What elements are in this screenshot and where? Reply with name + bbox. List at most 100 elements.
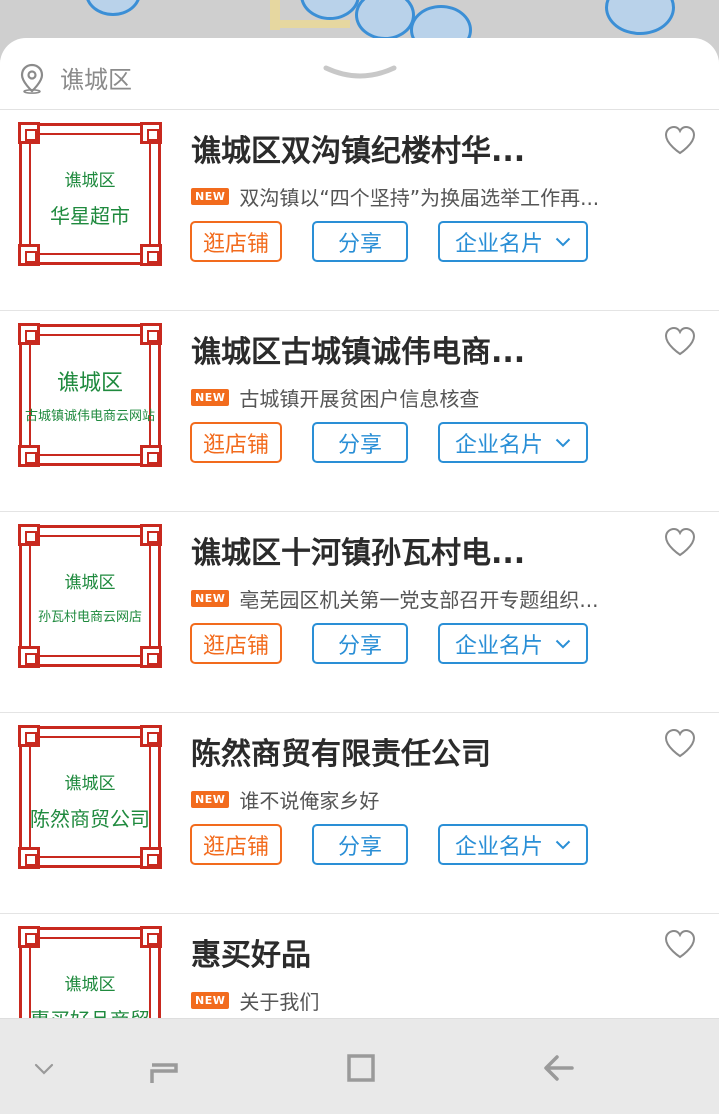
map-marker[interactable]: [355, 0, 415, 40]
logo-corner-ornament: [18, 725, 40, 747]
logo-frame: [29, 535, 151, 657]
logo-corner-ornament: [140, 646, 162, 668]
logo-corner-ornament: [18, 926, 40, 948]
news-line[interactable]: NEW 古城镇开展贫困户信息核查: [191, 383, 479, 412]
news-line[interactable]: NEW 谁不说俺家乡好: [191, 785, 379, 814]
list-item[interactable]: 谯城区 陈然商贸公司 陈然商贸有限责任公司 NEW 谁不说俺家乡好 逛店铺 分享…: [0, 713, 719, 914]
new-badge: NEW: [191, 188, 230, 205]
list-item[interactable]: 谯城区 孙瓦村电商云网店 谯城区十河镇孙瓦村电... NEW 亳芜园区机关第一党…: [0, 512, 719, 713]
chevron-down-icon: [555, 840, 571, 849]
store-title[interactable]: 陈然商贸有限责任公司: [191, 729, 491, 773]
logo-corner-ornament: [140, 725, 162, 747]
visit-shop-label: 逛店铺: [202, 432, 269, 458]
visit-shop-button[interactable]: 逛店铺: [190, 221, 282, 262]
chevron-down-icon[interactable]: [34, 1063, 54, 1075]
logo-corner-ornament: [18, 122, 40, 144]
logo-corner-ornament: [18, 244, 40, 266]
logo-line-2: 陈然商贸公司: [30, 807, 150, 831]
logo-corner-ornament: [140, 445, 162, 467]
new-badge: NEW: [191, 590, 230, 607]
store-title[interactable]: 谯城区古城镇诚伟电商...: [191, 327, 525, 371]
logo-line-1: 谯城区: [64, 774, 116, 794]
heart-icon[interactable]: [663, 928, 697, 960]
news-line[interactable]: NEW 亳芜园区机关第一党支部召开专题组织...: [191, 584, 598, 613]
map-marker[interactable]: [300, 0, 360, 20]
new-badge: NEW: [191, 389, 230, 406]
news-text: 亳芜园区机关第一党支部召开专题组织...: [239, 588, 599, 612]
logo-corner-ornament: [140, 524, 162, 546]
store-title[interactable]: 惠买好品: [191, 930, 311, 974]
logo-line-1: 谯城区: [64, 975, 116, 995]
system-nav-bar: [0, 1018, 719, 1114]
logo-corner-ornament: [18, 847, 40, 869]
business-card-label: 企业名片: [454, 231, 543, 257]
store-logo[interactable]: 谯城区 华星超市: [18, 122, 162, 266]
store-logo[interactable]: 谯城区 古城镇诚伟电商云网站: [18, 323, 162, 467]
map-marker[interactable]: [605, 0, 675, 35]
store-list: 谯城区 华星超市 谯城区双沟镇纪楼村华... NEW 双沟镇以“四个坚持”为换届…: [0, 110, 719, 1018]
business-card-button[interactable]: 企业名片: [438, 824, 588, 865]
news-line[interactable]: NEW 双沟镇以“四个坚持”为换届选举工作再...: [191, 182, 599, 211]
heart-icon[interactable]: [663, 727, 697, 759]
logo-corner-ornament: [18, 524, 40, 546]
store-logo[interactable]: 谯城区 孙瓦村电商云网店: [18, 524, 162, 668]
logo-corner-ornament: [140, 244, 162, 266]
logo-frame: [29, 736, 151, 858]
store-title[interactable]: 谯城区十河镇孙瓦村电...: [191, 528, 525, 572]
logo-frame: [29, 133, 151, 255]
list-item[interactable]: 谯城区 华星超市 谯城区双沟镇纪楼村华... NEW 双沟镇以“四个坚持”为换届…: [0, 110, 719, 311]
share-button[interactable]: 分享: [312, 221, 408, 262]
news-line[interactable]: NEW 关于我们: [191, 986, 319, 1015]
logo-line-2: 孙瓦村电商云网店: [37, 610, 142, 625]
share-label: 分享: [337, 834, 382, 860]
news-text: 谁不说俺家乡好: [239, 789, 380, 813]
recent-apps-icon[interactable]: [148, 1053, 180, 1085]
business-card-label: 企业名片: [454, 432, 543, 458]
visit-shop-label: 逛店铺: [202, 231, 269, 257]
back-arrow-icon[interactable]: [542, 1053, 576, 1083]
share-label: 分享: [337, 231, 382, 257]
store-logo[interactable]: 谯城区 陈然商贸公司: [18, 725, 162, 869]
visit-shop-button[interactable]: 逛店铺: [190, 422, 282, 463]
heart-icon[interactable]: [663, 124, 697, 156]
share-button[interactable]: 分享: [312, 824, 408, 865]
visit-shop-button[interactable]: 逛店铺: [190, 824, 282, 865]
logo-corner-ornament: [140, 122, 162, 144]
business-card-button[interactable]: 企业名片: [438, 422, 588, 463]
heart-icon[interactable]: [663, 325, 697, 357]
visit-shop-label: 逛店铺: [202, 834, 269, 860]
list-item[interactable]: 谯城区 惠买好品商贸 惠买好品 NEW 关于我们 逛店铺 分享 企业名片: [0, 914, 719, 1018]
logo-line-1: 谯城区: [64, 573, 116, 593]
logo-corner-ornament: [18, 445, 40, 467]
store-logo[interactable]: 谯城区 惠买好品商贸: [18, 926, 162, 1018]
logo-line-2: 古城镇诚伟电商云网站: [24, 409, 155, 424]
visit-shop-label: 逛店铺: [202, 633, 269, 659]
news-text: 关于我们: [239, 990, 320, 1014]
chevron-down-icon: [555, 438, 571, 447]
business-card-label: 企业名片: [454, 834, 543, 860]
map-marker[interactable]: [85, 0, 141, 16]
share-button[interactable]: 分享: [312, 623, 408, 664]
logo-corner-ornament: [140, 323, 162, 345]
business-card-button[interactable]: 企业名片: [438, 623, 588, 664]
share-button[interactable]: 分享: [312, 422, 408, 463]
home-icon[interactable]: [344, 1051, 376, 1083]
news-text: 双沟镇以“四个坚持”为换届选举工作再...: [239, 186, 600, 210]
logo-corner-ornament: [18, 323, 40, 345]
news-text: 古城镇开展贫困户信息核查: [239, 387, 480, 411]
store-list-sheet: 谯城区 谯城区 华星超市 谯城区双沟镇纪楼村华... NEW 双沟镇以“四个坚持…: [0, 38, 719, 1018]
business-card-button[interactable]: 企业名片: [438, 221, 588, 262]
store-title[interactable]: 谯城区双沟镇纪楼村华...: [191, 126, 525, 170]
visit-shop-button[interactable]: 逛店铺: [190, 623, 282, 664]
share-label: 分享: [337, 633, 382, 659]
map-road: [270, 20, 350, 28]
location-indicator[interactable]: 谯城区: [18, 60, 132, 95]
logo-corner-ornament: [18, 646, 40, 668]
collapse-handle-icon[interactable]: [323, 64, 397, 80]
list-item[interactable]: 谯城区 古城镇诚伟电商云网站 谯城区古城镇诚伟电商... NEW 古城镇开展贫困…: [0, 311, 719, 512]
location-pin-icon: [20, 63, 44, 94]
new-badge: NEW: [191, 791, 230, 808]
location-label: 谯城区: [60, 66, 132, 94]
new-badge: NEW: [191, 992, 230, 1009]
heart-icon[interactable]: [663, 526, 697, 558]
